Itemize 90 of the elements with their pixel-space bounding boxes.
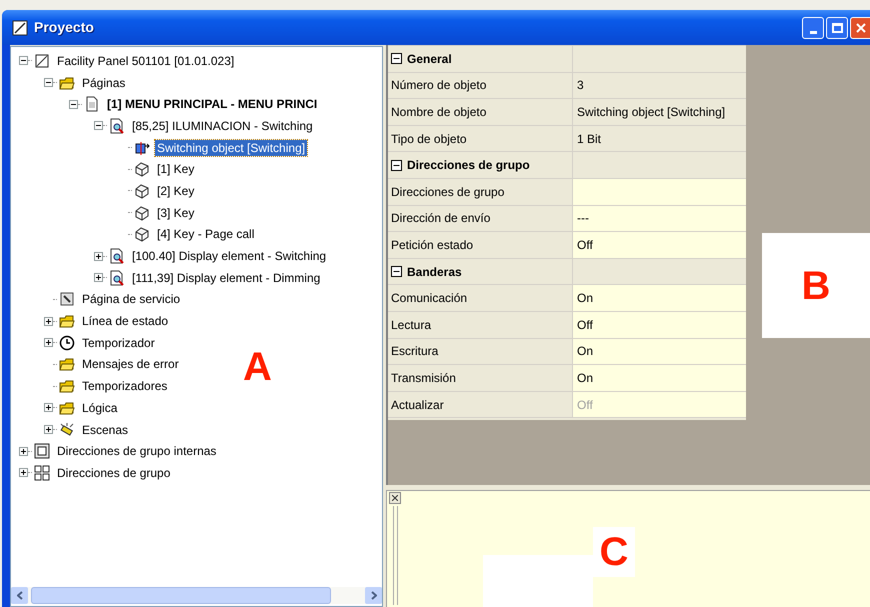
tree-item[interactable]: Direcciones de grupo internas	[55, 443, 218, 460]
tree-item[interactable]: [85,25] ILUMINACION - Switching	[130, 118, 315, 134]
folder-icon	[59, 313, 75, 330]
property-value-field[interactable]: Off	[573, 232, 746, 258]
pencil-window-icon	[12, 20, 28, 36]
collapse-icon[interactable]	[44, 78, 53, 88]
collapse-icon[interactable]	[19, 56, 28, 66]
expand-icon[interactable]	[44, 316, 53, 326]
property-value-field[interactable]	[573, 178, 746, 205]
property-label: Direcciones de grupo	[391, 184, 504, 201]
expand-icon[interactable]	[44, 425, 53, 434]
folder-icon	[59, 400, 75, 416]
minimize-button[interactable]	[802, 17, 824, 39]
scrollbar-thumb[interactable]	[31, 587, 331, 604]
property-value-field[interactable]: ---	[573, 206, 746, 232]
expand-icon[interactable]	[44, 338, 53, 348]
category-label: General	[407, 50, 452, 68]
expand-icon[interactable]	[94, 273, 103, 282]
service-page-icon	[59, 291, 75, 308]
tree-item[interactable]: Lógica	[80, 400, 120, 416]
key-block-icon	[134, 226, 150, 242]
tree-item[interactable]: [111,39] Display element - Dimming	[130, 270, 322, 286]
property-label: Petición estado	[391, 236, 474, 254]
maximize-button[interactable]	[826, 17, 848, 39]
expand-icon[interactable]	[94, 252, 103, 261]
property-label: Comunicación	[391, 290, 468, 308]
tree-item[interactable]: Mensajes de error	[80, 356, 181, 372]
close-icon	[856, 23, 866, 33]
tree-item[interactable]: Temporizadores	[80, 378, 170, 394]
key-block-icon	[134, 182, 150, 199]
magnifier-document-icon	[109, 118, 125, 134]
collapse-icon[interactable]	[391, 53, 402, 64]
tree-item[interactable]: Direcciones de grupo	[55, 464, 172, 481]
tree-item[interactable]: Página de servicio	[80, 291, 182, 308]
tree-item[interactable]: Temporizador	[80, 334, 157, 351]
folder-icon	[59, 74, 75, 91]
property-label: Transmisión	[391, 370, 456, 387]
property-value-field[interactable]: On	[573, 285, 746, 311]
tree-item[interactable]: [100.40] Display element - Switching	[130, 248, 328, 264]
property-label: Tipo de objeto	[391, 130, 467, 148]
annotation-label: A	[243, 347, 272, 387]
magnifier-document-icon	[109, 248, 125, 264]
tree-item[interactable]: Línea de estado	[80, 313, 170, 330]
key-block-icon	[134, 204, 150, 221]
annotation-label: B	[762, 233, 870, 338]
expand-icon[interactable]	[19, 446, 28, 456]
tree-item[interactable]: [4] Key - Page call	[155, 226, 256, 242]
tree-item[interactable]: [3] Key	[155, 204, 196, 221]
panel-icon	[34, 52, 50, 69]
switching-object-icon	[134, 140, 150, 156]
property-label: Lectura	[391, 316, 432, 334]
property-value-field[interactable]: On	[573, 365, 746, 391]
tree-item[interactable]: [1] MENU PRINCIPAL - MENU PRINCI	[105, 96, 320, 112]
tree-item[interactable]: Páginas	[80, 74, 128, 91]
clock-icon	[59, 334, 75, 351]
property-label: Actualizar	[391, 396, 444, 414]
group-address-icon	[34, 443, 50, 460]
scroll-left-button[interactable]	[11, 587, 28, 604]
property-label: Nombre de objeto	[391, 104, 486, 121]
close-icon	[392, 495, 398, 501]
collapse-icon[interactable]	[69, 100, 78, 109]
property-value-field[interactable]: On	[573, 338, 746, 364]
tree-item[interactable]: Escenas	[80, 422, 130, 438]
collapse-icon[interactable]	[94, 121, 103, 130]
splitter-grip[interactable]	[392, 506, 398, 605]
magnifier-document-icon	[109, 270, 125, 286]
key-block-icon	[134, 161, 150, 178]
property-label: Número de objeto	[391, 77, 486, 94]
collapse-icon[interactable]	[391, 160, 402, 171]
window-title: Proyecto	[34, 18, 94, 37]
scroll-right-button[interactable]	[365, 587, 382, 604]
horizontal-scrollbar[interactable]	[11, 587, 382, 604]
folder-icon	[59, 356, 75, 372]
category-label: Banderas	[407, 264, 462, 281]
close-button[interactable]	[389, 492, 401, 504]
document-icon	[84, 96, 100, 112]
folder-icon	[59, 378, 75, 394]
expand-icon[interactable]	[19, 468, 28, 478]
tree-item[interactable]: Facility Panel 501101 [01.01.023]	[55, 52, 236, 69]
tree-item[interactable]: [1] Key	[155, 161, 196, 178]
tree-item[interactable]: Switching object [Switching]	[155, 140, 308, 156]
property-value-field[interactable]: Off	[573, 312, 746, 338]
property-label: Escritura	[391, 343, 438, 360]
group-addresses-icon	[34, 464, 50, 481]
expand-icon[interactable]	[44, 403, 53, 412]
collapse-icon[interactable]	[391, 266, 402, 278]
tree-item[interactable]: [2] Key	[155, 182, 196, 199]
category-label: Direcciones de grupo	[407, 157, 530, 174]
property-label: Dirección de envío	[391, 210, 490, 228]
annotation-label: C	[593, 527, 635, 577]
